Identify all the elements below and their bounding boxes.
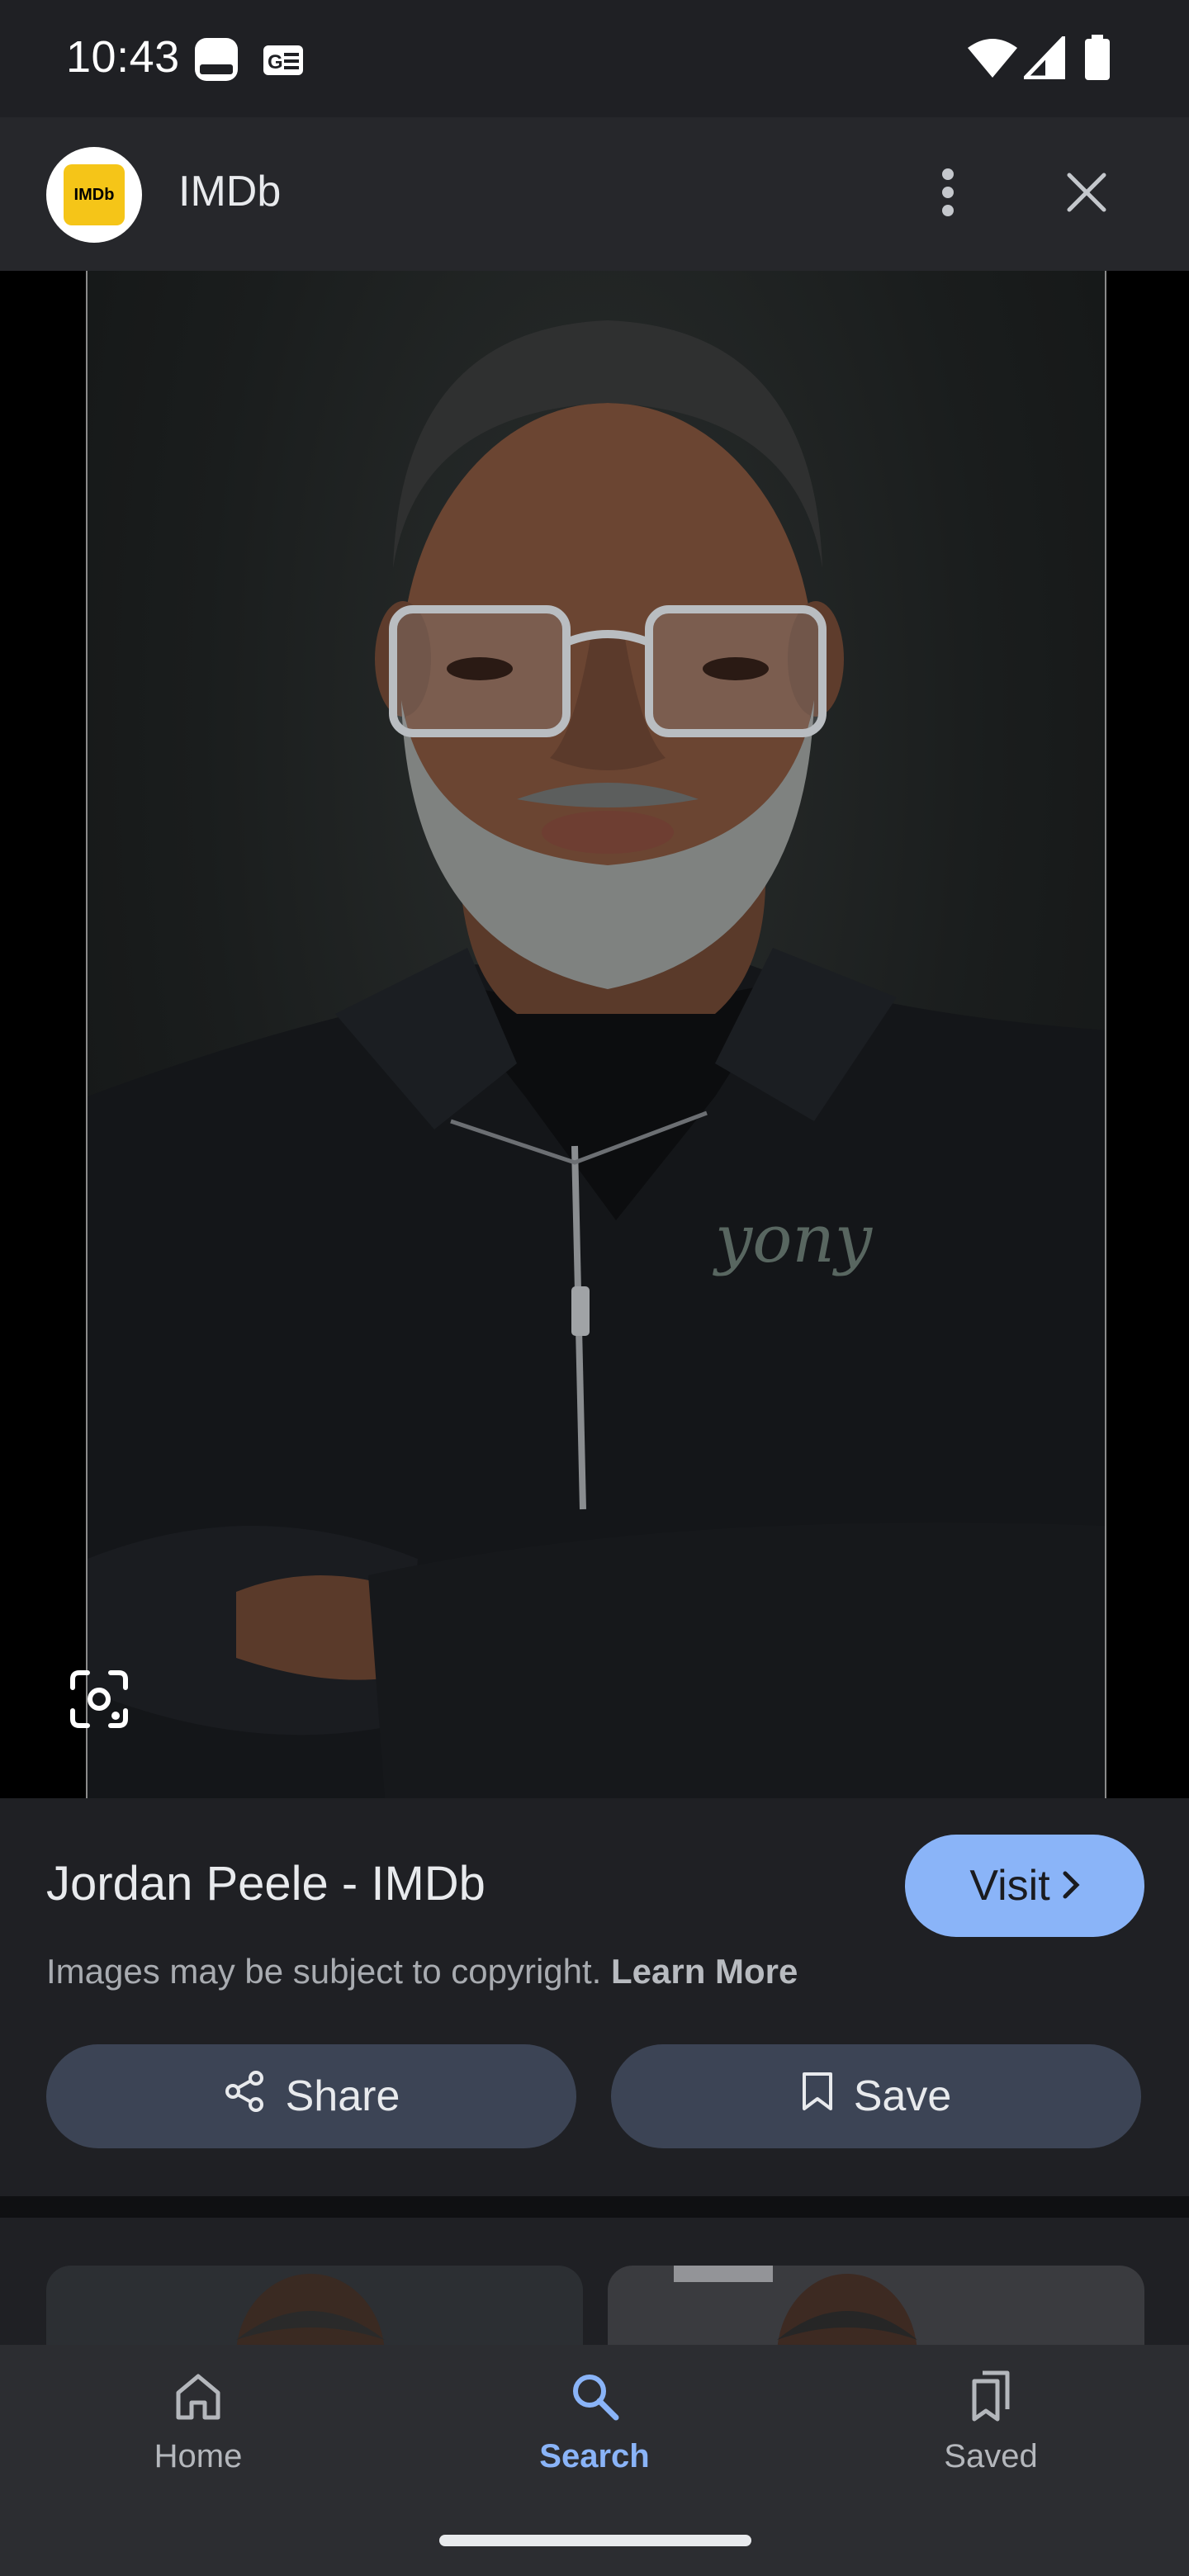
viewer-header: IMDb IMDb — [0, 117, 1189, 271]
related-image-thumb[interactable] — [608, 2266, 1144, 2345]
site-name: IMDb — [178, 168, 282, 215]
learn-more-link[interactable]: Learn More — [611, 1952, 798, 1991]
home-icon — [172, 2370, 225, 2427]
copyright-text: Images may be subject to copyright. — [46, 1952, 602, 1991]
share-button[interactable]: Share — [46, 2044, 576, 2148]
signal-icon — [1021, 32, 1066, 83]
search-icon — [568, 2370, 621, 2427]
wifi-icon — [966, 36, 1019, 83]
nav-home[interactable]: Home — [99, 2370, 297, 2475]
svg-text:G: G — [268, 51, 283, 73]
more-options-button[interactable] — [908, 154, 988, 234]
close-button[interactable] — [1047, 154, 1126, 234]
close-icon — [1066, 172, 1107, 217]
result-image[interactable]: yony — [86, 271, 1106, 1798]
result-title: Jordan Peele - IMDb — [46, 1857, 486, 1911]
related-images — [0, 2218, 1189, 2345]
saved-icon — [964, 2370, 1017, 2427]
save-button[interactable]: Save — [611, 2044, 1141, 2148]
google-lens-icon — [68, 1670, 130, 1734]
nav-home-label: Home — [154, 2438, 243, 2474]
gesture-handle[interactable] — [439, 2535, 751, 2546]
image-viewer: yony — [0, 271, 1189, 1798]
more-vert-icon — [940, 168, 956, 221]
svg-text:yony: yony — [713, 1200, 874, 1277]
result-info-panel: Jordan Peele - IMDb Visit Images may be … — [0, 1798, 1189, 2196]
bookmark-icon — [801, 2071, 834, 2123]
lens-button[interactable] — [68, 1668, 130, 1731]
status-time: 10:43 — [66, 32, 180, 82]
related-image-thumb[interactable] — [46, 2266, 583, 2345]
nav-search[interactable]: Search — [495, 2370, 694, 2475]
share-icon — [223, 2070, 266, 2124]
nav-search-label: Search — [539, 2438, 650, 2474]
share-label: Share — [285, 2072, 400, 2120]
bottom-navigation: Home Search Saved — [0, 2345, 1189, 2576]
save-label: Save — [853, 2072, 952, 2120]
chevron-right-icon — [1062, 1861, 1080, 1911]
nav-saved[interactable]: Saved — [892, 2370, 1090, 2475]
nav-saved-label: Saved — [944, 2438, 1038, 2474]
site-logo[interactable]: IMDb — [46, 147, 142, 243]
copyright-notice: Images may be subject to copyright. Lear… — [46, 1952, 798, 1991]
notification-app-icon — [193, 36, 239, 87]
imdb-logo: IMDb — [64, 164, 125, 225]
visit-button[interactable]: Visit — [905, 1835, 1144, 1937]
section-divider — [0, 2196, 1189, 2218]
visit-label: Visit — [969, 1862, 1050, 1910]
status-bar: 10:43 G — [0, 0, 1189, 117]
battery-icon — [1083, 35, 1111, 85]
news-icon: G — [263, 45, 304, 80]
